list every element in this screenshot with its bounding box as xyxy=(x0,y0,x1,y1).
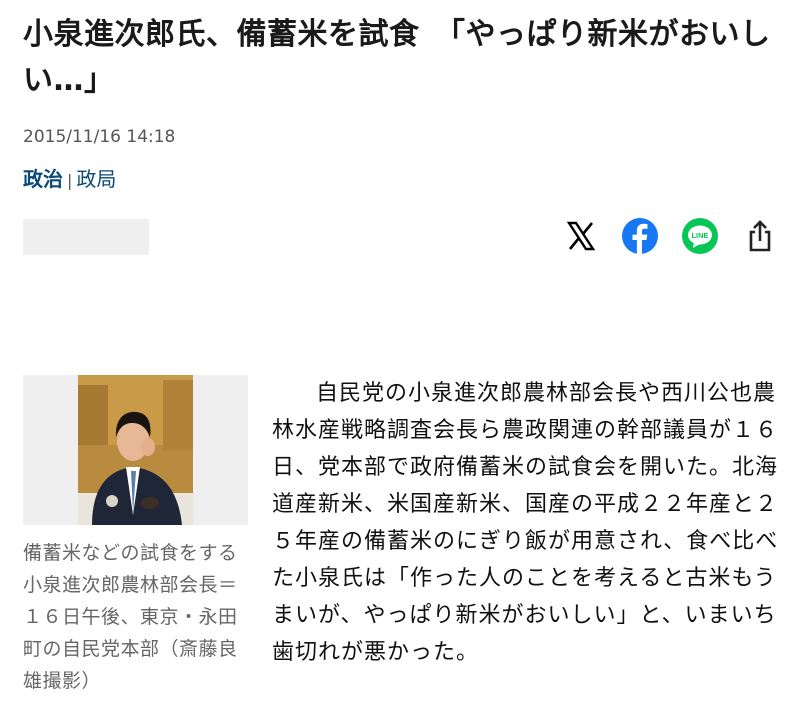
category-breadcrumb: 政治 | 政局 xyxy=(23,166,116,194)
article-title: 小泉進次郎氏、備蓄米を試食 「やっぱり新米がおいしい…」 xyxy=(23,17,771,98)
photo-frame xyxy=(23,375,248,525)
article-photo[interactable] xyxy=(78,375,193,525)
photo-caption: 備蓄米などの試食をする小泉進次郎農林部会長＝１６日午後、東京・永田町の自民党本部… xyxy=(23,542,238,692)
share-x-button[interactable] xyxy=(561,216,601,256)
facebook-icon xyxy=(622,218,658,254)
article-body: 自民党の小泉進次郎農林部会長や西川公也農林水産戦略調査会長ら農政関連の幹部議員が… xyxy=(272,381,779,665)
line-icon-label: LINE xyxy=(691,231,708,240)
article-figure: 備蓄米などの試食をする小泉進次郎農林部会長＝１６日午後、東京・永田町の自民党本部… xyxy=(23,375,248,697)
publish-date: 2015/11/16 14:18 xyxy=(23,127,176,147)
category-link-politics[interactable]: 政治 xyxy=(23,167,63,191)
ad-placeholder xyxy=(23,219,149,255)
x-icon xyxy=(566,221,596,251)
share-icon xyxy=(749,220,771,252)
category-link-political-situation[interactable]: 政局 xyxy=(76,167,116,191)
category-separator: | xyxy=(67,171,73,190)
share-facebook-button[interactable] xyxy=(620,216,660,256)
share-more-button[interactable] xyxy=(740,216,780,256)
share-line-button[interactable]: LINE xyxy=(680,216,720,256)
line-icon: LINE xyxy=(682,218,718,254)
